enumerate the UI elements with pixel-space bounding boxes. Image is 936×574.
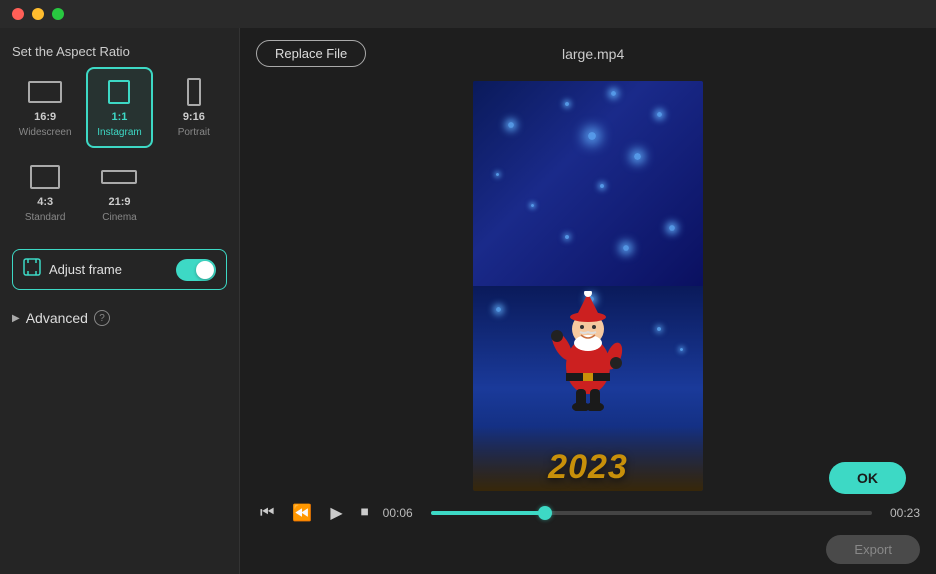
main-layout: Set the Aspect Ratio 16:9 Widescreen	[0, 28, 936, 574]
aspect-icon-9-16	[175, 77, 213, 107]
video-container: 2023	[256, 79, 920, 493]
aspect-label-sub-16-9: Widescreen	[19, 127, 72, 138]
video-bottom-half: 2023	[473, 286, 703, 491]
aspect-label-sub-21-9: Cinema	[102, 212, 136, 223]
progress-bar[interactable]	[431, 511, 872, 515]
progress-thumb[interactable]	[538, 506, 552, 520]
export-button[interactable]: Export	[826, 535, 920, 564]
close-button[interactable]	[12, 8, 24, 20]
total-time: 00:23	[882, 506, 920, 520]
adjust-frame-icon	[23, 258, 41, 281]
aspect-item-1-1[interactable]: 1:1 Instagram	[86, 67, 152, 148]
aspect-icon-16-9	[26, 77, 64, 107]
aspect-item-4-3[interactable]: 4:3 Standard	[12, 152, 78, 233]
aspect-item-9-16[interactable]: 9:16 Portrait	[161, 67, 227, 148]
play-button[interactable]: ▶	[326, 501, 346, 525]
aspect-label-sub-4-3: Standard	[25, 212, 66, 223]
aspect-label-main-21-9: 21:9	[108, 196, 130, 208]
ok-button[interactable]: OK	[829, 462, 906, 494]
santa-figure	[548, 291, 628, 411]
video-preview: 2023	[473, 81, 703, 491]
maximize-button[interactable]	[52, 8, 64, 20]
adjust-frame-left: Adjust frame	[23, 258, 122, 281]
aspect-icon-4-3	[26, 162, 64, 192]
advanced-label: Advanced	[26, 310, 88, 326]
year-number: 2023	[548, 448, 628, 487]
aspect-ratio-grid-row2: 4:3 Standard 21:9 Cinema	[12, 152, 227, 233]
replace-file-button[interactable]: Replace File	[256, 40, 366, 67]
left-panel: Set the Aspect Ratio 16:9 Widescreen	[0, 28, 240, 574]
aspect-item-16-9[interactable]: 16:9 Widescreen	[12, 67, 78, 148]
file-name: large.mp4	[382, 46, 804, 62]
minimize-button[interactable]	[32, 8, 44, 20]
top-bar: Replace File large.mp4	[256, 40, 920, 67]
adjust-frame-label: Adjust frame	[49, 262, 122, 277]
chevron-right-icon: ▶	[12, 313, 20, 324]
current-time: 00:06	[383, 506, 421, 520]
controls-bar: ⏮ ⏪ ▶ ⏹ 00:06 00:23	[256, 493, 920, 529]
aspect-icon-21-9	[100, 162, 138, 192]
skip-back-button[interactable]: ⏮	[256, 502, 278, 524]
stop-button[interactable]: ⏹	[357, 502, 373, 524]
aspect-label-sub-9-16: Portrait	[178, 127, 210, 138]
adjust-frame-toggle[interactable]	[176, 259, 216, 281]
bottom-bar: Export	[256, 529, 920, 566]
advanced-row[interactable]: ▶ Advanced ?	[12, 306, 227, 330]
title-bar	[0, 0, 936, 28]
help-icon[interactable]: ?	[94, 310, 110, 326]
aspect-ratio-grid-row1: 16:9 Widescreen 1:1 Instagram	[12, 67, 227, 148]
aspect-ratio-section: Set the Aspect Ratio 16:9 Widescreen	[12, 44, 227, 233]
adjust-frame-row[interactable]: Adjust frame	[12, 249, 227, 290]
step-back-button[interactable]: ⏪	[288, 501, 316, 525]
aspect-item-21-9[interactable]: 21:9 Cinema	[86, 152, 152, 233]
year-display: 2023	[473, 426, 703, 491]
right-panel: Replace File large.mp4	[240, 28, 936, 574]
progress-fill	[431, 511, 546, 515]
toggle-knob	[196, 261, 214, 279]
aspect-ratio-title: Set the Aspect Ratio	[12, 44, 227, 59]
aspect-label-main-16-9: 16:9	[34, 111, 56, 123]
aspect-label-main-1-1: 1:1	[112, 111, 128, 123]
aspect-label-main-4-3: 4:3	[37, 196, 53, 208]
video-top-half	[473, 81, 703, 286]
aspect-label-sub-1-1: Instagram	[97, 127, 141, 138]
aspect-icon-1-1	[100, 77, 138, 107]
aspect-label-main-9-16: 9:16	[183, 111, 205, 123]
